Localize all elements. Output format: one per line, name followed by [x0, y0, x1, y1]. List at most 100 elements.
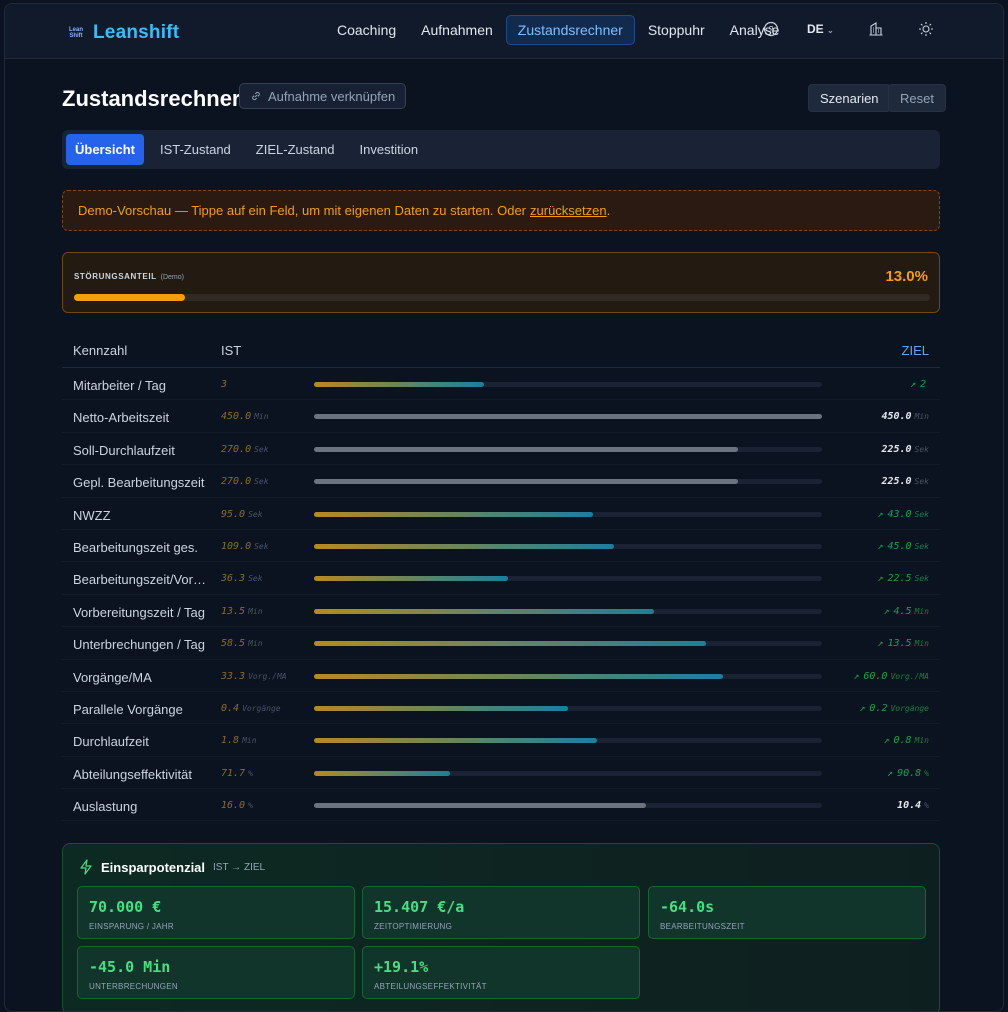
- ist-value[interactable]: 109.0 Sek: [221, 541, 269, 552]
- table-row[interactable]: Auslastung 16.0% 10.4%: [62, 789, 940, 822]
- ziel-number: 10.4: [897, 800, 922, 812]
- trend-up-icon: ↗: [877, 638, 884, 650]
- savings-card-value: +19.1%: [374, 958, 429, 976]
- ziel-value[interactable]: 450.0 Min: [881, 411, 929, 422]
- comparison-bar-track: [314, 511, 822, 517]
- disturbance-progress-track: [74, 294, 930, 301]
- ziel-number: 45.0: [887, 540, 912, 552]
- ist-value[interactable]: 71.7%: [221, 768, 253, 779]
- app-window: Lean Shift Leanshift Coaching Aufnahmen …: [4, 3, 1004, 1012]
- tab-uebersicht[interactable]: Übersicht: [66, 134, 144, 165]
- table-row[interactable]: Bearbeitungszeit/Vorgang 36.3 Sek ↗ 22.5 Sek: [62, 562, 940, 595]
- comparison-bar-fill: [314, 511, 594, 517]
- table-body: Mitarbeiter / Tag 3 ↗ 2 Netto-Arbeitszeit 450…: [62, 368, 940, 822]
- ziel-value[interactable]: 10.4%: [897, 800, 929, 811]
- ist-number: 71.7: [221, 767, 246, 779]
- comparison-bar-track: [314, 446, 822, 452]
- comparison-bar-track: [314, 673, 822, 679]
- ist-value[interactable]: 3: [221, 379, 230, 390]
- ziel-number: 450.0: [881, 411, 912, 423]
- comparison-bar-fill: [314, 641, 707, 647]
- ist-number: 36.3: [221, 573, 246, 585]
- ist-value[interactable]: 95.0 Sek: [221, 509, 263, 520]
- ziel-value[interactable]: ↗ 43.0 Sek: [877, 509, 929, 520]
- ist-value[interactable]: 1.8 Min: [221, 735, 257, 746]
- ziel-unit: Sek: [914, 444, 929, 454]
- ist-number: 0.4: [221, 702, 240, 714]
- ist-value[interactable]: 36.3 Sek: [221, 573, 263, 584]
- ist-value[interactable]: 33.3 Vorg./MA: [221, 671, 287, 682]
- app-logo[interactable]: Lean Shift Leanshift: [67, 22, 179, 44]
- link-recording-button[interactable]: Aufnahme verknüpfen: [239, 83, 407, 109]
- ist-unit: Sek: [254, 444, 269, 454]
- savings-card: -64.0s BEARBEITUNGSZEIT: [648, 886, 926, 939]
- ist-value[interactable]: 270.0 Sek: [221, 476, 269, 487]
- table-row[interactable]: NWZZ 95.0 Sek ↗ 43.0 Sek: [62, 498, 940, 530]
- nav-item-stoppuhr[interactable]: Stoppuhr: [636, 15, 717, 45]
- ist-value[interactable]: 0.4 Vorgänge: [221, 703, 281, 714]
- ziel-value[interactable]: ↗ 4.5 Min: [883, 606, 929, 617]
- trend-up-icon: ↗: [859, 702, 866, 714]
- tab-ziel-zustand[interactable]: ZIEL-Zustand: [247, 134, 344, 165]
- table-row[interactable]: Mitarbeiter / Tag 3 ↗ 2: [62, 368, 940, 401]
- metric-label: NWZZ: [73, 507, 111, 523]
- ist-unit: Sek: [248, 574, 263, 584]
- ziel-value[interactable]: ↗ 2: [910, 379, 929, 390]
- ziel-unit: %: [924, 801, 929, 811]
- ist-value[interactable]: 270.0 Sek: [221, 444, 269, 455]
- savings-card-label: ZEITOPTIMIERUNG: [374, 922, 453, 931]
- table-row[interactable]: Gepl. Bearbeitungszeit 270.0 Sek 225.0 Sek: [62, 465, 940, 498]
- metric-label: Unterbrechungen / Tag: [73, 637, 206, 653]
- demo-notice-suffix: .: [606, 203, 611, 218]
- metric-label: Vorbereitungszeit / Tag: [73, 604, 206, 620]
- tab-investition[interactable]: Investition: [351, 134, 428, 165]
- savings-card-label: BEARBEITUNGSZEIT: [660, 922, 745, 931]
- table-row[interactable]: Parallele Vorgänge 0.4 Vorgänge ↗ 0.2 Vorgäng…: [62, 692, 940, 725]
- ziel-value[interactable]: ↗ 22.5 Sek: [877, 573, 929, 584]
- comparison-bar-track: [314, 479, 822, 485]
- tab-bar: Übersicht IST-Zustand ZIEL-Zustand Inves…: [62, 130, 940, 169]
- ziel-value[interactable]: ↗ 0.2 Vorgänge: [859, 703, 929, 714]
- table-row[interactable]: Vorgänge/MA 33.3 Vorg./MA ↗ 60.0 Vorg./MA: [62, 660, 940, 692]
- ist-unit: Sek: [254, 541, 269, 551]
- ziel-value[interactable]: ↗ 13.5 Min: [877, 638, 929, 649]
- ziel-value[interactable]: ↗ 45.0 Sek: [877, 541, 929, 552]
- tab-ist-zustand[interactable]: IST-Zustand: [151, 134, 240, 165]
- reset-link[interactable]: zurücksetzen: [530, 203, 607, 218]
- ziel-value[interactable]: 225.0 Sek: [881, 476, 929, 487]
- table-row[interactable]: Soll-Durchlaufzeit 270.0 Sek 225.0 Sek: [62, 433, 940, 466]
- metric-label: Bearbeitungszeit/Vorgang: [73, 572, 210, 588]
- sun-icon[interactable]: [918, 21, 934, 37]
- ist-unit: Sek: [248, 509, 263, 519]
- nav-item-coaching[interactable]: Coaching: [325, 15, 408, 45]
- language-select[interactable]: DE ⌄: [807, 22, 834, 36]
- building-icon[interactable]: [868, 21, 884, 37]
- table-row[interactable]: Unterbrechungen / Tag 58.5 Min ↗ 13.5 Min: [62, 627, 940, 660]
- ist-value[interactable]: 450.0 Min: [221, 411, 269, 422]
- nav-item-aufnahmen[interactable]: Aufnahmen: [409, 15, 505, 45]
- table-row[interactable]: Vorbereitungszeit / Tag 13.5 Min ↗ 4.5 Min: [62, 595, 940, 628]
- table-row[interactable]: Abteilungseffektivität 71.7% ↗ 90.8%: [62, 757, 940, 790]
- ist-unit: Min: [254, 412, 269, 422]
- ziel-value[interactable]: ↗ 90.8%: [887, 768, 929, 779]
- table-row[interactable]: Bearbeitungszeit ges. 109.0 Sek ↗ 45.0 Sek: [62, 530, 940, 563]
- scenarios-button[interactable]: Szenarien: [808, 84, 891, 112]
- help-icon[interactable]: ?: [763, 21, 779, 37]
- ziel-value[interactable]: ↗ 0.8 Min: [883, 735, 929, 746]
- comparison-bar-track: [314, 608, 822, 614]
- ist-value[interactable]: 58.5 Min: [221, 638, 263, 649]
- ziel-number: 225.0: [881, 476, 912, 488]
- ist-number: 58.5: [221, 638, 246, 650]
- ist-number: 13.5: [221, 605, 246, 617]
- savings-card: 15.407 €/a ZEITOPTIMIERUNG: [362, 886, 640, 939]
- table-row[interactable]: Durchlaufzeit 1.8 Min ↗ 0.8 Min: [62, 724, 940, 757]
- nav-item-zustandsrechner[interactable]: Zustandsrechner: [505, 15, 635, 45]
- ist-value[interactable]: 16.0%: [221, 800, 253, 811]
- ziel-number: 60.0: [863, 670, 888, 682]
- metric-label: Durchlaufzeit: [73, 734, 149, 750]
- table-row[interactable]: Netto-Arbeitszeit 450.0 Min 450.0 Min: [62, 400, 940, 433]
- reset-button[interactable]: Reset: [888, 84, 946, 112]
- ziel-value[interactable]: ↗ 60.0 Vorg./MA: [853, 671, 929, 682]
- ist-value[interactable]: 13.5 Min: [221, 606, 263, 617]
- ziel-value[interactable]: 225.0 Sek: [881, 444, 929, 455]
